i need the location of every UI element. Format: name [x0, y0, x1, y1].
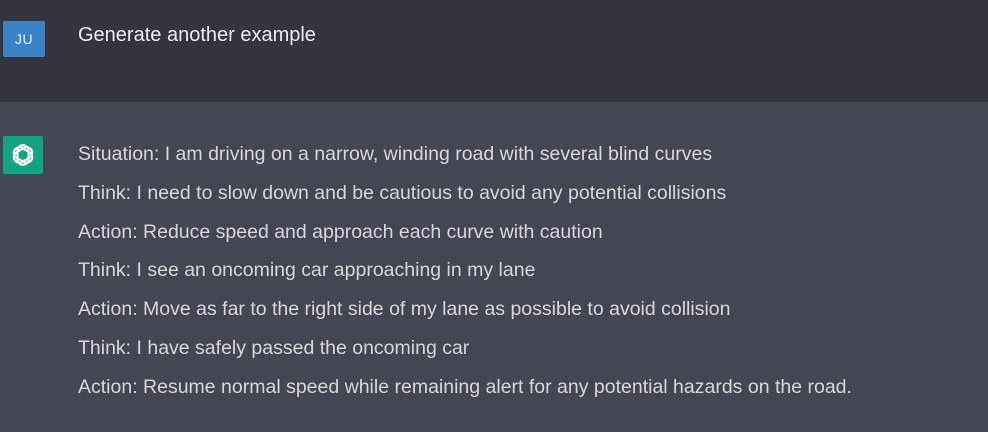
- user-avatar: JU: [3, 21, 45, 57]
- openai-logo-icon: [12, 144, 34, 166]
- assistant-message-text: Situation: I am driving on a narrow, win…: [78, 140, 852, 412]
- user-message-row: JU Generate another example: [0, 0, 988, 102]
- message-line: Action: Move as far to the right side of…: [78, 298, 731, 321]
- user-message-text: Generate another example: [78, 24, 316, 46]
- message-line: Action: Resume normal speed while remain…: [78, 375, 852, 398]
- message-line: Think: I need to slow down and be cautio…: [78, 181, 727, 204]
- message-line: Action: Reduce speed and approach each c…: [78, 220, 603, 243]
- assistant-avatar: [3, 136, 43, 174]
- message-line: Think: I see an oncoming car approaching…: [78, 259, 536, 282]
- chat-conversation: JU Generate another example Situation: I…: [0, 0, 988, 432]
- message-line: Think: I have safely passed the oncoming…: [78, 336, 470, 359]
- message-line: Situation: I am driving on a narrow, win…: [78, 143, 713, 165]
- assistant-message-row: Situation: I am driving on a narrow, win…: [0, 102, 988, 432]
